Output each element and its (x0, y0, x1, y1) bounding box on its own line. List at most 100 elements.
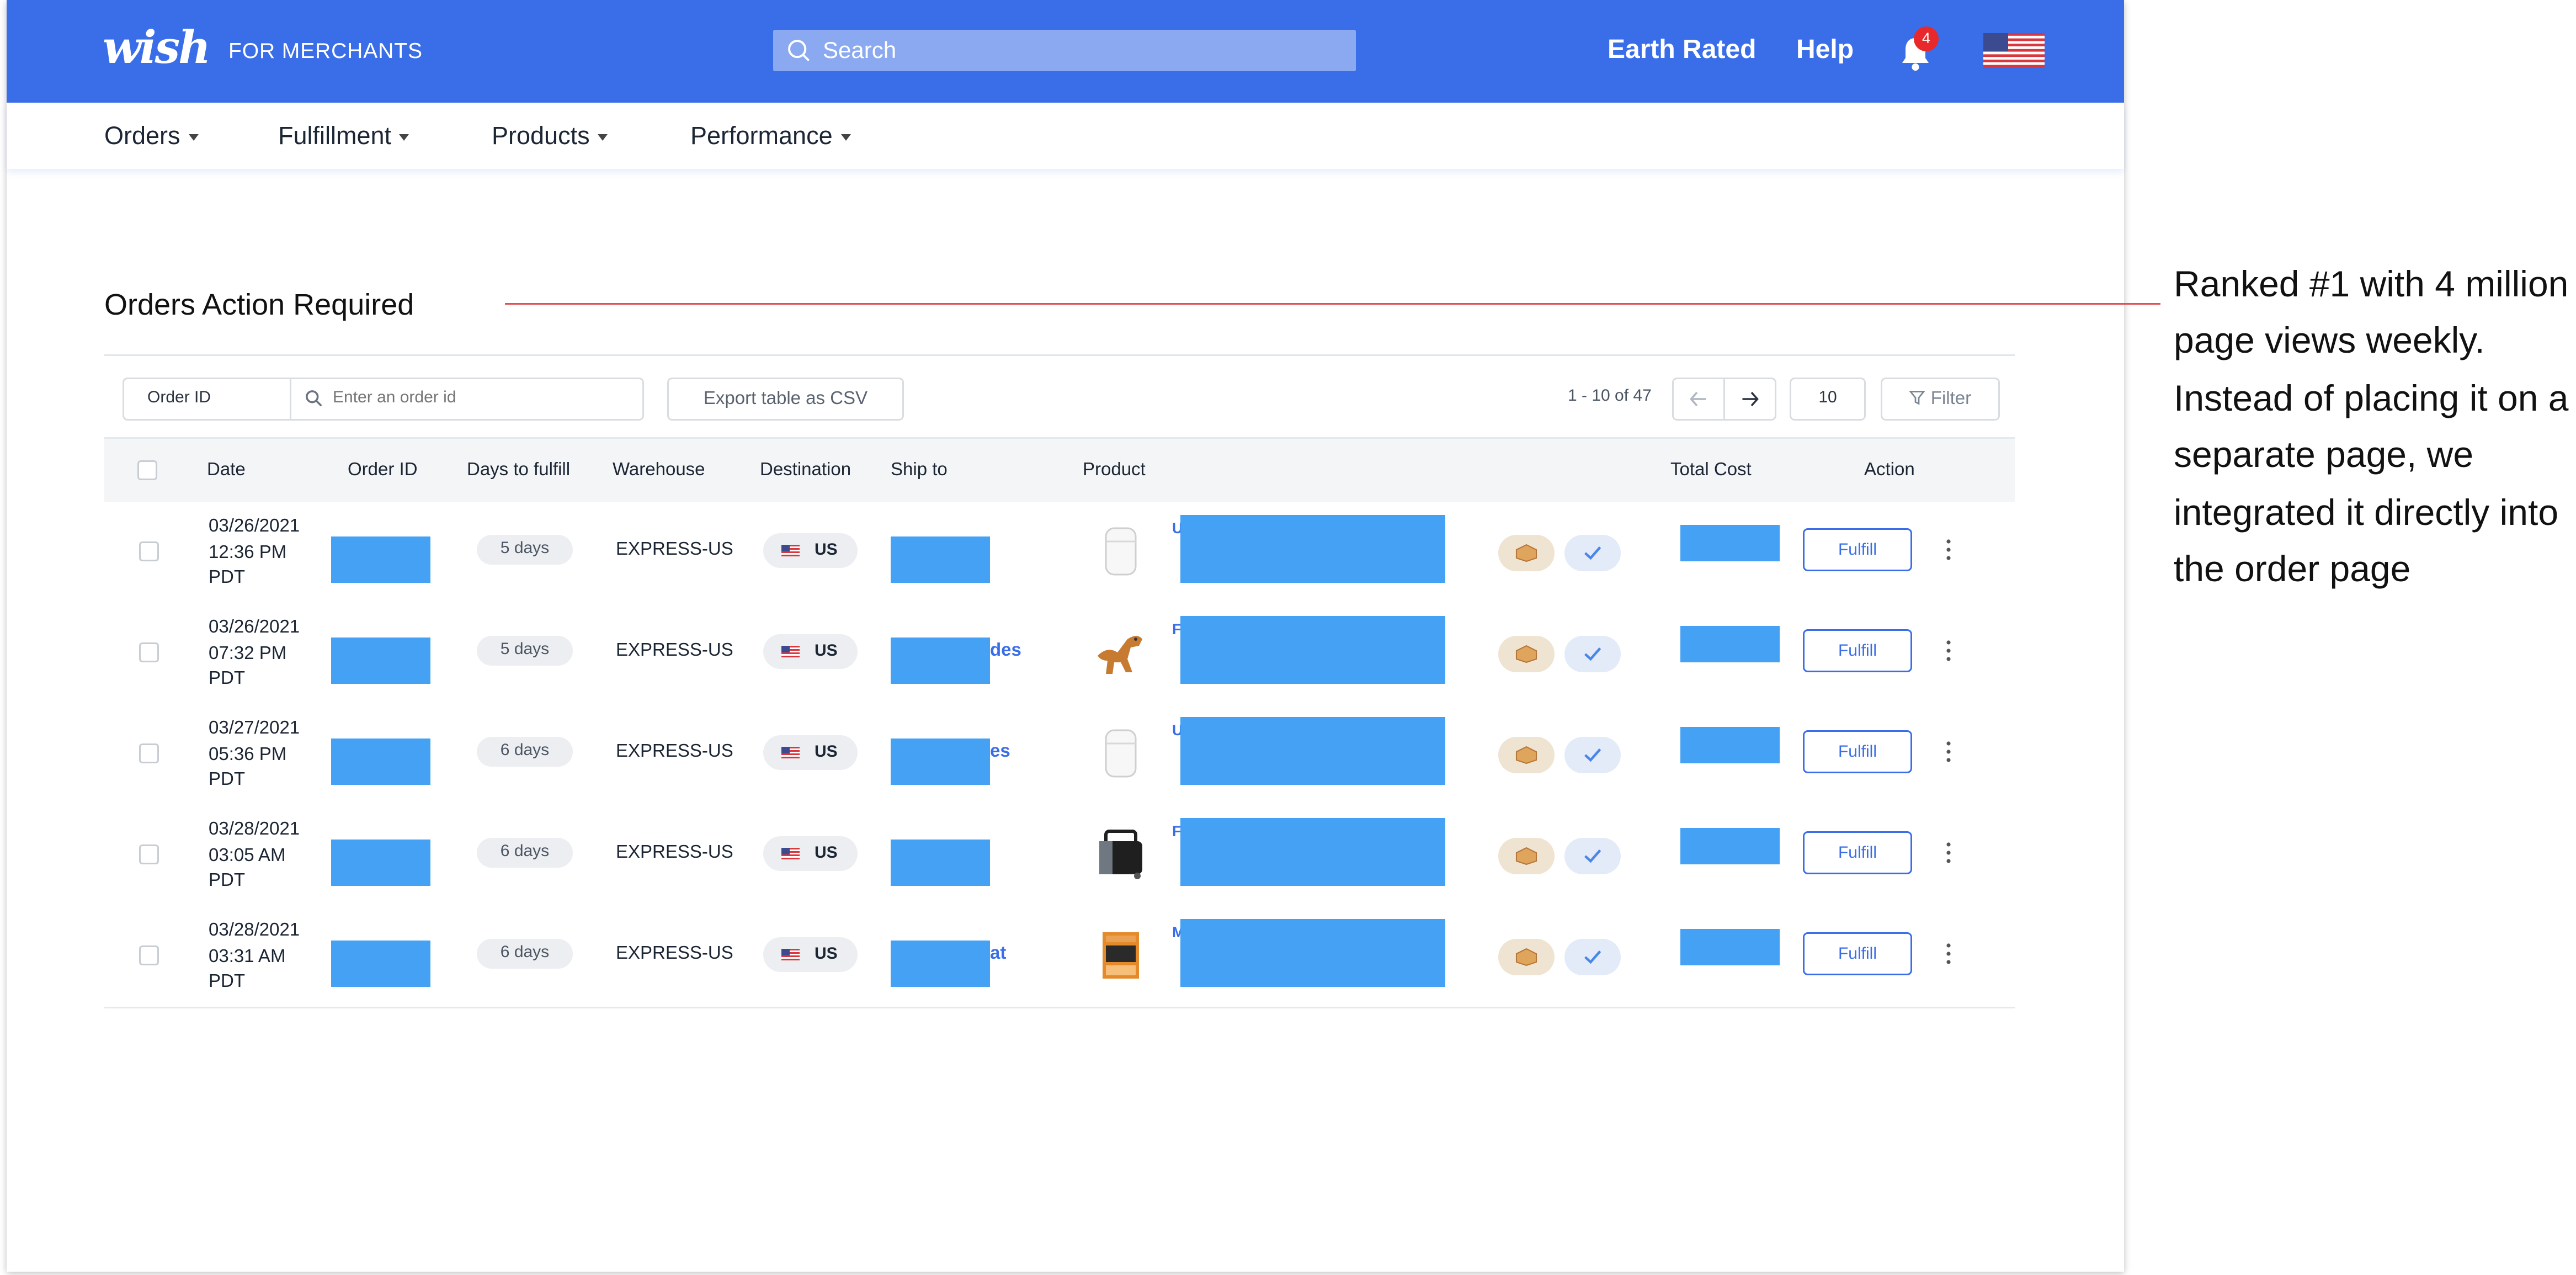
airpods-case-image[interactable] (1091, 724, 1151, 783)
search-icon (306, 390, 322, 407)
select-all-checkbox[interactable] (137, 460, 157, 480)
airpods-case-image[interactable] (1091, 522, 1151, 581)
column-warehouse[interactable]: Warehouse (613, 460, 705, 480)
warehouse-name: EXPRESS-US (616, 742, 733, 762)
verified-status-pill[interactable] (1564, 737, 1621, 773)
order-date-day: 03/27/2021 (209, 719, 300, 739)
days-to-fulfill-badge: 5 days (477, 535, 573, 565)
nav-fulfillment[interactable]: Fulfillment (278, 123, 410, 151)
ship-to-link-fragment[interactable]: at (990, 944, 1006, 964)
redacted-total-cost (1680, 727, 1780, 763)
more-options-icon[interactable] (1945, 538, 1952, 561)
table-row[interactable]: 03/28/2021 03:05 AM PDT 6 days EXPRESS-US US F… (104, 805, 2015, 907)
nav-products[interactable]: Products (492, 123, 608, 151)
search-bar[interactable]: Search (773, 30, 1356, 71)
row-checkbox[interactable] (139, 743, 159, 763)
filter-button[interactable]: Filter (1881, 378, 2000, 421)
ship-to-link-fragment[interactable]: es (990, 742, 1010, 762)
fulfill-button[interactable]: Fulfill (1803, 730, 1912, 773)
days-to-fulfill-badge: 6 days (477, 939, 573, 969)
column-days-to-fulfill[interactable]: Days to fulfill (467, 460, 570, 480)
destination-code: US (815, 743, 838, 762)
order-date-timezone: PDT (209, 669, 245, 689)
previous-page-button[interactable] (1672, 378, 1725, 421)
table-row[interactable]: 03/26/2021 12:36 PM PDT 5 days EXPRESS-US US U… (104, 502, 2015, 604)
order-date-day: 03/26/2021 (209, 618, 300, 638)
column-total-cost[interactable]: Total Cost (1670, 460, 1752, 480)
destination-code: US (815, 945, 838, 964)
more-options-icon[interactable] (1945, 639, 1952, 662)
nav-orders[interactable]: Orders (104, 123, 199, 151)
order-date-timezone: PDT (209, 972, 245, 992)
redacted-product-name (1180, 919, 1445, 987)
store-name-link[interactable]: Earth Rated (1608, 36, 1756, 66)
order-id-input[interactable] (333, 389, 614, 407)
filter-label: Filter (1930, 389, 1972, 409)
arrow-left-icon (1690, 391, 1706, 407)
verified-status-pill[interactable] (1564, 939, 1621, 975)
table-row[interactable]: 03/26/2021 07:32 PM PDT 5 days EXPRESS-US US d… (104, 603, 2015, 705)
fulfill-button[interactable]: Fulfill (1803, 528, 1912, 571)
column-product[interactable]: Product (1083, 460, 1146, 480)
destination-badge: US (763, 533, 858, 568)
more-options-icon[interactable] (1945, 942, 1952, 965)
stage: wish FOR MERCHANTS Search Earth Rated He… (0, 0, 2576, 1275)
export-csv-button[interactable]: Export table as CSV (667, 378, 904, 421)
us-flag-icon (781, 747, 800, 758)
package-icon (1515, 847, 1537, 865)
section-title: Orders Action Required (104, 288, 414, 321)
verified-status-pill[interactable] (1564, 535, 1621, 571)
order-date: 03/27/2021 05:36 PM PDT (209, 717, 324, 794)
shipping-status-pill[interactable] (1498, 737, 1555, 773)
shipping-status-pill[interactable] (1498, 939, 1555, 975)
column-action: Action (1864, 460, 1915, 480)
more-options-icon[interactable] (1945, 841, 1952, 864)
help-link[interactable]: Help (1796, 36, 1854, 66)
nav-orders-label: Orders (104, 123, 180, 151)
nav-fulfillment-label: Fulfillment (278, 123, 392, 151)
next-page-button[interactable] (1723, 378, 1776, 421)
row-checkbox[interactable] (139, 945, 159, 965)
ship-to-link-fragment[interactable]: des (990, 641, 1021, 661)
redacted-total-cost (1680, 828, 1780, 864)
days-to-fulfill-badge: 5 days (477, 636, 573, 666)
row-checkbox[interactable] (139, 844, 159, 864)
shipping-status-pill[interactable] (1498, 535, 1555, 571)
us-flag-icon (781, 545, 800, 556)
column-destination[interactable]: Destination (760, 460, 851, 480)
row-checkbox[interactable] (139, 642, 159, 662)
annotation-text: Ranked #1 with 4 million page views week… (2174, 263, 2569, 590)
dinosaur-toy-image[interactable] (1091, 623, 1151, 682)
fulfill-button[interactable]: Fulfill (1803, 831, 1912, 874)
verified-status-pill[interactable] (1564, 838, 1621, 874)
verified-status-pill[interactable] (1564, 636, 1621, 672)
column-order-id[interactable]: Order ID (348, 460, 418, 480)
shipping-status-pill[interactable] (1498, 636, 1555, 672)
order-date-timezone: PDT (209, 568, 245, 588)
package-icon (1515, 645, 1537, 663)
destination-badge: US (763, 836, 858, 871)
boxed-product-image[interactable] (1091, 926, 1151, 985)
more-options-icon[interactable] (1945, 740, 1952, 763)
page-size-input[interactable]: 10 (1790, 378, 1866, 421)
fulfill-button[interactable]: Fulfill (1803, 932, 1912, 975)
wish-logo[interactable]: wish (103, 23, 211, 76)
column-date[interactable]: Date (207, 460, 246, 480)
order-date-time: 05:36 PM (209, 744, 287, 764)
table-row[interactable]: 03/28/2021 03:31 AM PDT 6 days EXPRESS-US US a… (104, 906, 2015, 1008)
table-row[interactable]: 03/27/2021 05:36 PM PDT 6 days EXPRESS-US US e… (104, 704, 2015, 806)
nav-performance[interactable]: Performance (690, 123, 851, 151)
order-date-time: 07:32 PM (209, 643, 287, 663)
search-field-select[interactable]: Order ID (147, 389, 211, 407)
field-divider (290, 379, 291, 419)
row-checkbox[interactable] (139, 541, 159, 561)
shipping-status-pill[interactable] (1498, 838, 1555, 874)
us-flag-icon[interactable] (1983, 33, 2045, 68)
logo-subtitle: FOR MERCHANTS (228, 38, 423, 63)
warehouse-name: EXPRESS-US (616, 944, 733, 964)
cooler-bag-image[interactable] (1091, 825, 1151, 884)
filter-icon (1909, 391, 1926, 405)
redacted-order-id (331, 739, 430, 785)
fulfill-button[interactable]: Fulfill (1803, 629, 1912, 672)
column-ship-to[interactable]: Ship to (891, 460, 948, 480)
